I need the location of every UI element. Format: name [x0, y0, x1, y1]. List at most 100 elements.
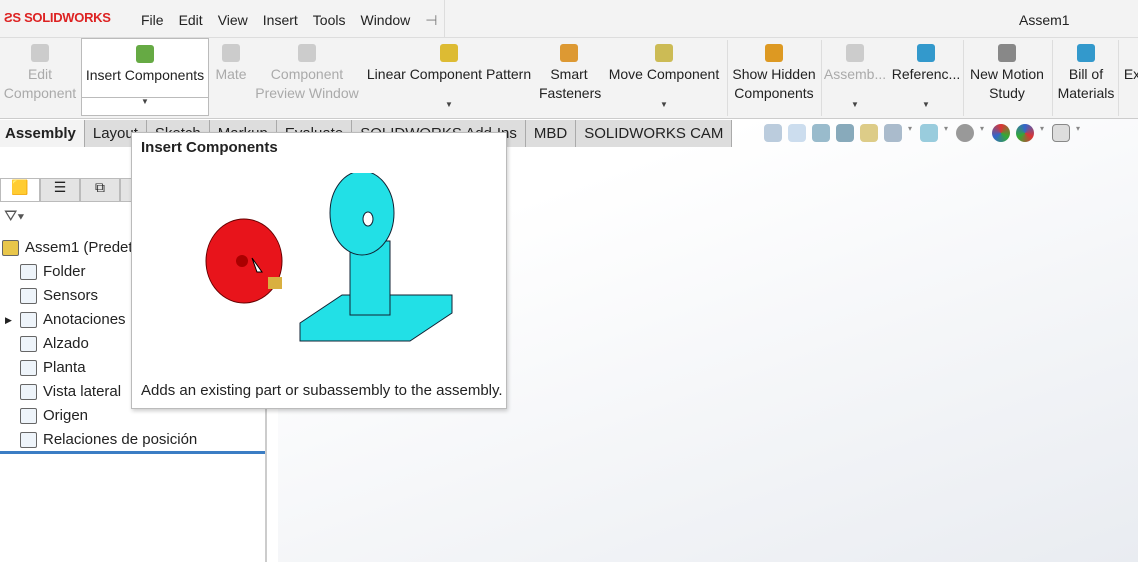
sensors-icon	[20, 288, 37, 304]
ribbon-button-show-hidden[interactable]: Show Hidden Components	[728, 38, 820, 118]
button-label: Bill of	[1068, 66, 1104, 82]
tab-solidworks-cam[interactable]: SOLIDWORKS CAM	[576, 120, 733, 147]
dropdown-arrow-icon[interactable]: ▼	[851, 95, 859, 114]
command-icon	[31, 44, 49, 62]
window-title: Assem1	[1019, 12, 1070, 28]
feature-manager-tab[interactable]: 🟨	[0, 178, 40, 202]
menu-edit[interactable]: Edit	[179, 12, 203, 29]
menu-insert[interactable]: Insert	[263, 12, 298, 29]
button-label: Insert Components	[85, 67, 205, 83]
filter-icon[interactable]: ⛛▾	[4, 208, 24, 226]
divider	[821, 40, 822, 116]
tooltip-illustration	[205, 173, 453, 342]
menu-bar: File Edit View Insert Tools Window ⊣	[141, 12, 437, 29]
command-icon	[136, 45, 154, 63]
tree-item-label: Vista lateral	[43, 383, 122, 400]
button-label: Edit	[27, 66, 53, 82]
ribbon-button-assemb[interactable]: Assemb... ▼	[822, 38, 888, 118]
plane-icon	[20, 360, 37, 376]
dropdown-arrow-icon[interactable]: ▼	[445, 95, 453, 114]
divider	[1052, 40, 1053, 116]
button-label-2: Materials	[1057, 85, 1115, 101]
dynamic-annotation-icon[interactable]	[860, 124, 878, 142]
dropdown-arrow-icon[interactable]: ▼	[660, 95, 668, 114]
section-view-icon[interactable]	[836, 124, 854, 142]
button-label: Referenc...	[891, 66, 961, 82]
button-label: Ex	[1123, 66, 1138, 82]
command-icon	[846, 44, 864, 62]
tab-mbd[interactable]: MBD	[525, 120, 577, 147]
tree-item-label: Folder	[43, 263, 86, 280]
menu-window[interactable]: Window	[360, 12, 410, 29]
ribbon-button-referenc[interactable]: Referenc... ▼	[890, 38, 962, 118]
assembly-icon	[2, 240, 19, 256]
solidworks-logo[interactable]: ƧS SOLIDWORKS	[4, 10, 111, 25]
command-icon	[440, 44, 458, 62]
display-style-icon[interactable]	[920, 124, 938, 142]
annotations-icon	[20, 312, 37, 328]
button-label-2: Study	[989, 85, 1025, 101]
ribbon-button-ex[interactable]: Ex	[1122, 38, 1138, 118]
tree-item-label: Alzado	[43, 335, 89, 352]
insert-components-tooltip: Insert Components Adds an existing part …	[131, 132, 507, 409]
view-orientation-icon[interactable]	[884, 124, 902, 142]
zoom-to-fit-icon[interactable]	[764, 124, 782, 142]
ribbon-button-bill-of[interactable]: Bill of Materials	[1053, 38, 1119, 118]
pin-icon[interactable]: ⊣	[425, 12, 437, 29]
heads-up-toolbar: ▾ ▾ ▾ ▾ ▾	[764, 124, 1082, 142]
button-label: Move Component	[608, 66, 720, 82]
divider	[1118, 40, 1119, 116]
tree-item-label: Planta	[43, 359, 86, 376]
dropdown-arrow-icon[interactable]: ▼	[141, 92, 149, 111]
property-manager-tab[interactable]: ☰	[40, 178, 80, 202]
tree-rollback-bar[interactable]	[0, 451, 265, 454]
ribbon-button-component[interactable]: Component Preview Window	[255, 38, 359, 118]
hide-show-icon[interactable]	[956, 124, 974, 142]
button-label: New Motion	[970, 66, 1044, 82]
command-icon	[1077, 44, 1095, 62]
insert-hand-icon	[268, 277, 282, 289]
tree-item-label: Relaciones de posición	[43, 431, 198, 448]
divider	[444, 0, 445, 38]
button-label: Linear Component Pattern	[366, 66, 532, 82]
plane-icon	[20, 384, 37, 400]
command-manager: Edit Component Insert Components ▼ Mate Compo…	[0, 38, 1138, 119]
bracket-part	[329, 173, 395, 256]
tree-item[interactable]: Relaciones de posición	[0, 428, 266, 452]
button-label-2: Components	[734, 85, 814, 101]
ribbon-button-linear-component-pattern[interactable]: Linear Component Pattern ▼	[361, 38, 537, 118]
menu-view[interactable]: View	[218, 12, 248, 29]
previous-view-icon[interactable]	[812, 124, 830, 142]
ribbon-button-insert-components[interactable]: Insert Components ▼	[81, 38, 209, 116]
view-settings-icon[interactable]	[1052, 124, 1070, 142]
edit-appearance-icon[interactable]	[992, 124, 1010, 142]
dropdown-arrow-icon[interactable]: ▼	[922, 95, 930, 114]
command-icon	[560, 44, 578, 62]
title-bar: ƧS SOLIDWORKS File Edit View Insert Tool…	[0, 0, 1138, 38]
ribbon-button-mate[interactable]: Mate	[209, 38, 253, 118]
mates-icon	[20, 432, 37, 448]
button-label: Show Hidden	[732, 66, 816, 82]
button-label: Component	[270, 66, 344, 82]
ribbon-button-smart[interactable]: Smart Fasteners	[539, 38, 601, 118]
origin-icon	[20, 408, 37, 424]
tree-item-label: Anotaciones	[43, 311, 126, 328]
expand-arrow-icon[interactable]: ▶	[5, 308, 12, 332]
tree-item-label: Origen	[43, 407, 89, 424]
zoom-area-icon[interactable]	[788, 124, 806, 142]
button-label: Smart	[550, 66, 588, 82]
ribbon-button-move-component[interactable]: Move Component ▼	[602, 38, 726, 118]
ribbon-button-new-motion[interactable]: New Motion Study	[964, 38, 1050, 118]
tab-assembly[interactable]: Assembly	[0, 120, 85, 147]
button-label: Assemb...	[823, 66, 887, 82]
menu-tools[interactable]: Tools	[313, 12, 346, 29]
command-icon	[1123, 44, 1138, 62]
divider	[727, 40, 728, 116]
tooltip-description: Adds an existing part or subassembly to …	[141, 382, 503, 399]
configuration-manager-tab[interactable]: ⧉	[80, 178, 120, 202]
button-label: Mate	[215, 66, 247, 82]
scenes-icon[interactable]	[1016, 124, 1034, 142]
menu-file[interactable]: File	[141, 12, 164, 29]
ribbon-button-edit[interactable]: Edit Component	[0, 38, 80, 118]
folder-icon	[20, 264, 37, 280]
